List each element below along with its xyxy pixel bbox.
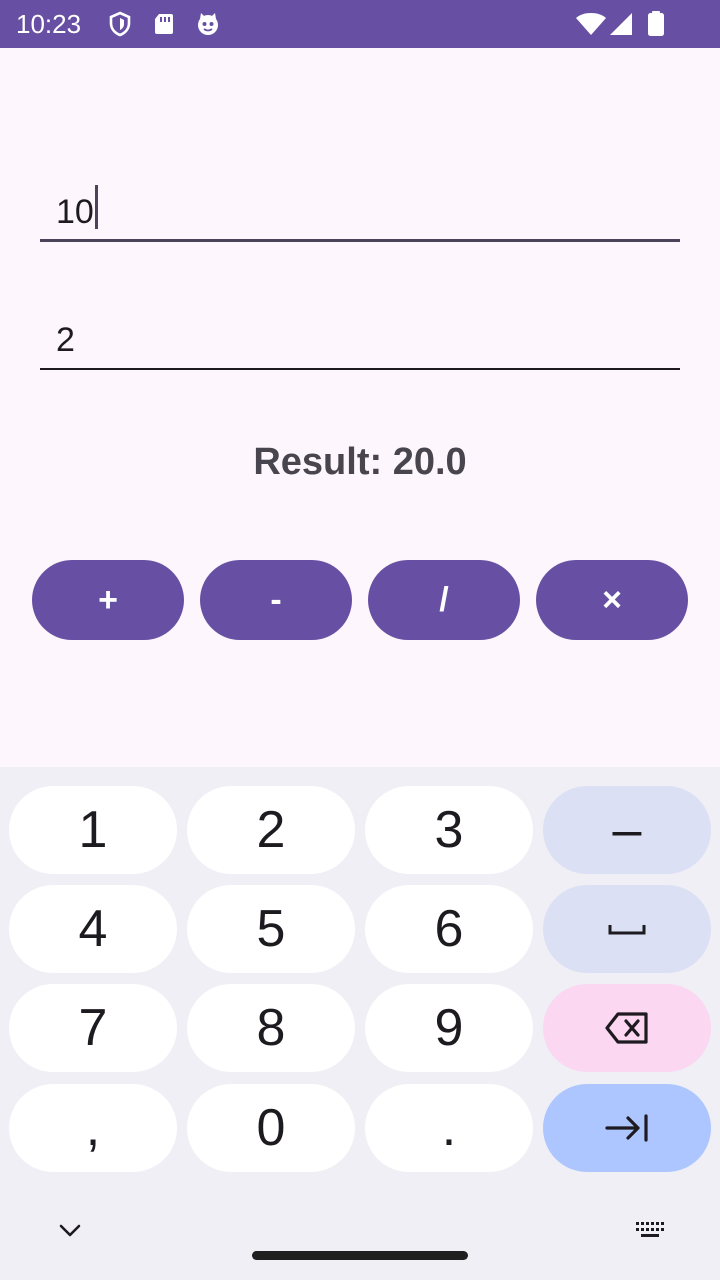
key-comma[interactable]: , (9, 1084, 177, 1172)
cell-signal-icon (607, 10, 635, 38)
field-underline (40, 368, 680, 370)
key-backspace[interactable] (543, 984, 711, 1072)
status-bar: 10:23 (0, 0, 720, 48)
field-underline (40, 239, 680, 242)
cat-face-icon (194, 10, 222, 38)
subtract-button[interactable]: - (200, 560, 352, 640)
key-period[interactable]: . (365, 1084, 533, 1172)
first-number-field[interactable]: 10 (40, 172, 680, 242)
shield-icon (106, 10, 134, 38)
key-2[interactable]: 2 (187, 786, 355, 874)
status-time: 10:23 (16, 9, 82, 39)
key-tab[interactable] (543, 1084, 711, 1172)
key-minus[interactable]: – (543, 786, 711, 874)
second-number-field[interactable]: 2 (40, 300, 680, 370)
add-button[interactable]: + (32, 560, 184, 640)
operation-buttons: + - / × (32, 560, 688, 640)
sd-card-icon (150, 10, 178, 38)
first-number-value: 10 (56, 185, 98, 232)
key-space[interactable] (543, 885, 711, 973)
multiply-button[interactable]: × (536, 560, 688, 640)
wifi-icon (575, 10, 607, 38)
gesture-home-bar[interactable] (252, 1251, 468, 1260)
key-4[interactable]: 4 (9, 885, 177, 973)
key-5[interactable]: 5 (187, 885, 355, 973)
key-9[interactable]: 9 (365, 984, 533, 1072)
chevron-down-icon[interactable] (50, 1211, 90, 1251)
divide-button[interactable]: / (368, 560, 520, 640)
text-cursor (94, 185, 98, 229)
backspace-icon (604, 1011, 650, 1045)
key-1[interactable]: 1 (9, 786, 177, 874)
battery-icon (645, 10, 667, 38)
key-0[interactable]: 0 (187, 1084, 355, 1172)
second-number-value: 2 (56, 321, 75, 359)
space-icon (607, 919, 647, 939)
keyboard-icon[interactable] (630, 1211, 670, 1251)
result-text: Result: 20.0 (253, 441, 467, 483)
key-6[interactable]: 6 (365, 885, 533, 973)
numeric-keyboard: 1 2 3 – 4 5 6 7 8 9 , 0 . (0, 767, 720, 1280)
key-7[interactable]: 7 (9, 984, 177, 1072)
tab-icon (604, 1113, 650, 1143)
key-8[interactable]: 8 (187, 984, 355, 1072)
key-3[interactable]: 3 (365, 786, 533, 874)
